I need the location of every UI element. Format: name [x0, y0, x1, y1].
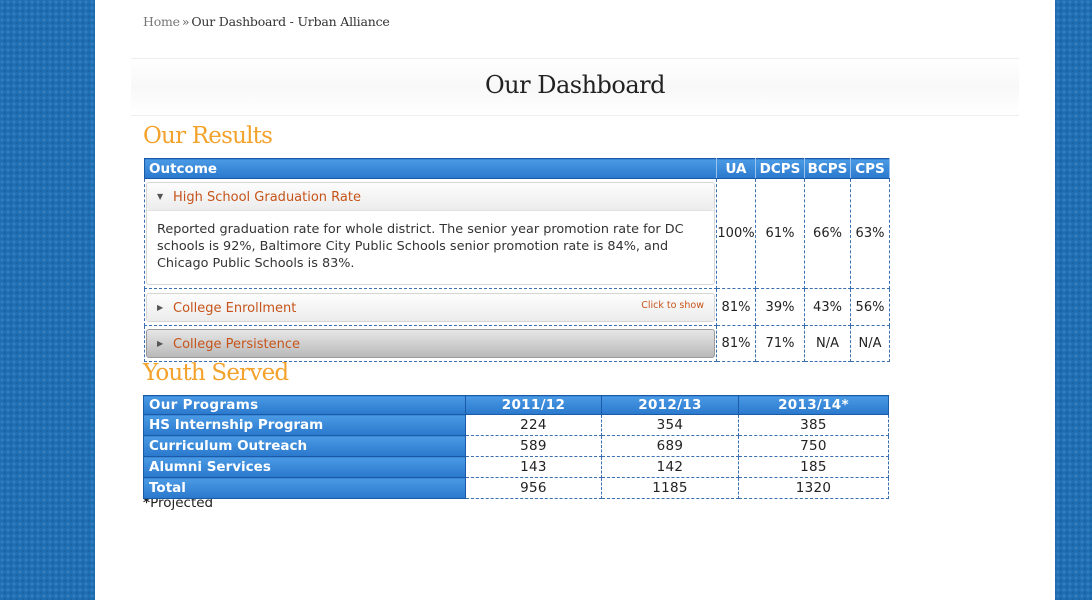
program-label: HS Internship Program [143, 414, 466, 436]
column-header-2013-14: 2013/14* [738, 395, 889, 415]
triangle-right-icon: ▶ [157, 302, 164, 312]
column-header-cps: CPS [850, 158, 890, 179]
page-content: Home» Our Dashboard - Urban Alliance Our … [95, 0, 1055, 600]
outcome-cell: ▼ High School Graduation Rate Reported gr… [144, 178, 717, 289]
results-header-row: Outcome UA DCPS BCPS CPS [144, 158, 890, 179]
value-2013-14: 385 [738, 414, 889, 436]
table-row: Total 956 1185 1320 [143, 477, 889, 499]
value-2011-12: 143 [465, 456, 602, 478]
breadcrumb-current: Our Dashboard - Urban Alliance [191, 14, 390, 29]
value-ua: 81% [716, 288, 756, 326]
value-cps: 63% [850, 178, 890, 289]
column-header-dcps: DCPS [755, 158, 805, 179]
value-ua: 81% [716, 325, 756, 362]
value-bcps: 43% [804, 288, 851, 326]
column-header-2012-13: 2012/13 [601, 395, 739, 415]
value-cps: N/A [850, 325, 890, 362]
program-label: Curriculum Outreach [143, 435, 466, 457]
column-header-bcps: BCPS [804, 158, 851, 179]
table-row: Alumni Services 143 142 185 [143, 456, 889, 478]
value-2012-13: 1185 [601, 477, 739, 499]
accordion-body: Reported graduation rate for whole distr… [147, 210, 714, 284]
accordion-header-college-persistence[interactable]: ▶ College Persistence [146, 329, 715, 358]
value-2013-14: 185 [738, 456, 889, 478]
breadcrumb: Home» Our Dashboard - Urban Alliance [143, 14, 390, 29]
accordion-title: College Persistence [173, 337, 300, 352]
youth-header-row: Our Programs 2011/12 2012/13 2013/14* [143, 395, 889, 415]
column-header-ua: UA [716, 158, 756, 179]
value-dcps: 39% [755, 288, 805, 326]
accordion-header-college-enrollment[interactable]: ▶ College Enrollment Click to show [147, 293, 714, 321]
value-2011-12: 224 [465, 414, 602, 436]
value-2013-14: 1320 [738, 477, 889, 499]
accordion-header-graduation-rate[interactable]: ▼ High School Graduation Rate [147, 183, 714, 210]
breadcrumb-separator: » [181, 14, 190, 29]
value-2012-13: 354 [601, 414, 739, 436]
accordion-college-enrollment: ▶ College Enrollment Click to show [146, 292, 715, 322]
accordion-title: College Enrollment [173, 300, 297, 316]
outcome-cell: ▶ College Persistence [144, 325, 717, 362]
accordion-graduation-rate: ▼ High School Graduation Rate Reported gr… [146, 182, 715, 285]
value-ua: 100% [716, 178, 756, 289]
value-dcps: 71% [755, 325, 805, 362]
table-row: ▼ High School Graduation Rate Reported gr… [144, 178, 890, 289]
page-title-band: Our Dashboard [131, 58, 1019, 116]
accordion-college-persistence: ▶ College Persistence [146, 329, 715, 358]
table-row: Curriculum Outreach 589 689 750 [143, 435, 889, 457]
column-header-programs: Our Programs [143, 395, 466, 415]
table-row: ▶ College Persistence 81% 71% N/A N/A [144, 325, 890, 362]
column-header-2011-12: 2011/12 [465, 395, 602, 415]
value-2011-12: 956 [465, 477, 602, 499]
table-row: HS Internship Program 224 354 385 [143, 414, 889, 436]
value-bcps: N/A [804, 325, 851, 362]
page-title: Our Dashboard [484, 71, 666, 99]
accordion-title: High School Graduation Rate [173, 190, 361, 205]
triangle-down-icon: ▼ [157, 192, 164, 201]
triangle-right-icon: ▶ [157, 339, 164, 348]
click-to-show-hint: Click to show [641, 299, 704, 311]
results-table: Outcome UA DCPS BCPS CPS ▼ High School Gr… [144, 158, 890, 362]
column-header-outcome: Outcome [144, 158, 717, 179]
value-2012-13: 142 [601, 456, 739, 478]
breadcrumb-home-link[interactable]: Home [143, 14, 180, 29]
program-label: Total [143, 477, 466, 499]
table-row: ▶ College Enrollment Click to show 81% 39… [144, 288, 890, 326]
our-results-heading: Our Results [143, 123, 273, 149]
outcome-cell: ▶ College Enrollment Click to show [144, 288, 717, 326]
value-dcps: 61% [755, 178, 805, 289]
value-2011-12: 589 [465, 435, 602, 457]
program-label: Alumni Services [143, 456, 466, 478]
value-2013-14: 750 [738, 435, 889, 457]
value-2012-13: 689 [601, 435, 739, 457]
youth-served-table: Our Programs 2011/12 2012/13 2013/14* HS… [143, 395, 889, 499]
value-bcps: 66% [804, 178, 851, 289]
youth-served-heading: Youth Served [143, 360, 289, 386]
value-cps: 56% [850, 288, 890, 326]
